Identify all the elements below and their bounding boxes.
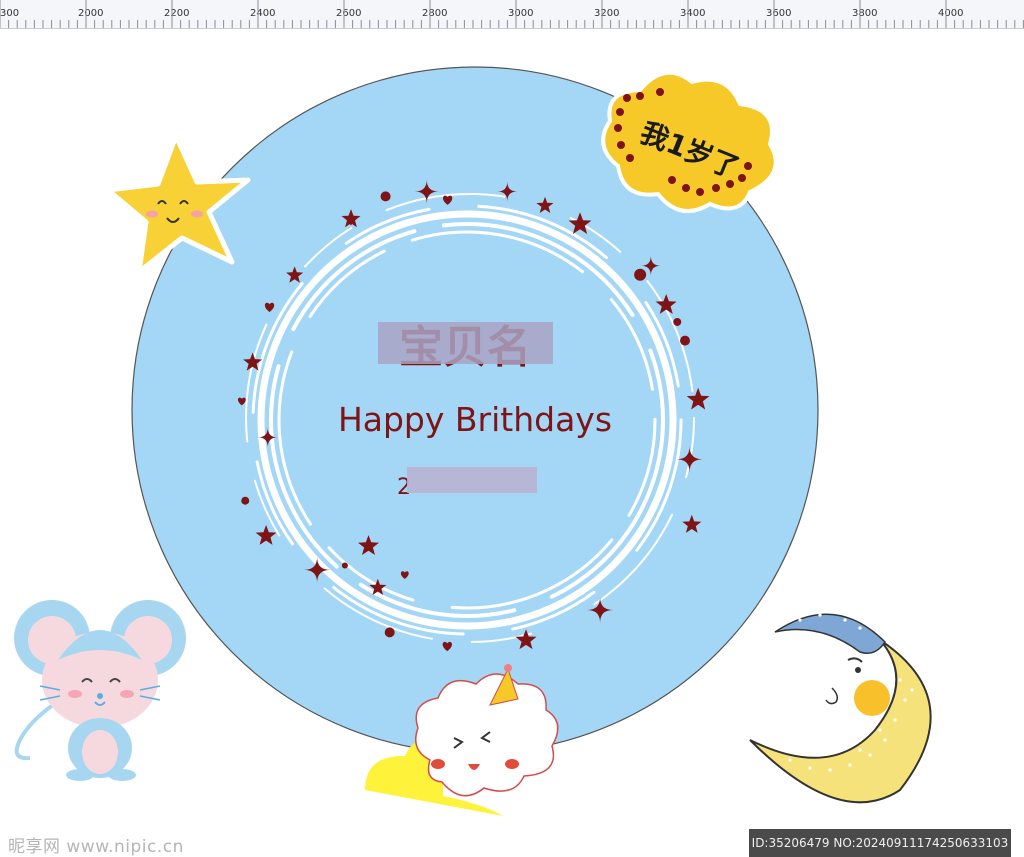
badge-dot	[682, 184, 690, 192]
badge-dot	[614, 124, 622, 132]
badge-cloud-icon: 我1岁了	[601, 70, 778, 213]
moon-dot	[868, 753, 872, 757]
moon-dot	[828, 768, 832, 772]
dot-icon	[384, 627, 395, 638]
badge-dot	[668, 176, 676, 184]
moon-dot	[883, 738, 887, 742]
moon-dot	[788, 758, 792, 762]
moon-dot	[910, 688, 914, 692]
dot-icon	[380, 191, 391, 202]
dot-icon	[241, 496, 250, 505]
artwork-svg: 宝贝名 Happy Brithdays 2 我1岁了	[14, 66, 932, 816]
dot-icon	[680, 335, 691, 346]
badge-dot	[626, 154, 634, 162]
moon-dot	[848, 763, 852, 767]
badge-dot	[696, 188, 704, 196]
dot-icon	[673, 317, 682, 326]
badge-dot	[617, 141, 625, 149]
watermark-right: ID:35206479 NO:20240911174250633103	[749, 829, 1011, 857]
badge-dot	[656, 88, 664, 96]
moon-dot	[858, 748, 862, 752]
badge-dot	[744, 162, 752, 170]
ruler-bar: 300 2000 2200 2400 2600 2800 3000 3200 3…	[0, 0, 1024, 29]
moon-dot	[798, 618, 802, 622]
dot-icon	[341, 562, 348, 569]
ruler-ticks	[0, 0, 1024, 28]
dot-icon	[634, 268, 647, 281]
moon-dot	[903, 698, 907, 702]
badge-dot	[712, 184, 720, 192]
moon-character-icon	[749, 613, 932, 804]
moon-dot	[818, 613, 822, 617]
mouse-character-icon	[14, 600, 186, 781]
moon-dot	[893, 718, 897, 722]
badge-dot	[616, 108, 624, 116]
name-mosaic	[378, 322, 553, 364]
moon-dot	[858, 626, 862, 630]
badge-dot	[738, 174, 746, 182]
greeting-text: Happy Brithdays	[338, 400, 612, 439]
moon-dot	[808, 766, 812, 770]
moon-dot	[898, 678, 902, 682]
badge-dot	[623, 94, 631, 102]
moon-dot	[843, 618, 847, 622]
date-mosaic	[407, 467, 537, 493]
moon-dot	[878, 728, 882, 732]
watermark-left: 昵享网 www.nipic.cn	[8, 837, 184, 857]
design-canvas: 宝贝名 Happy Brithdays 2 我1岁了	[0, 29, 1024, 857]
badge-dot	[636, 92, 644, 100]
